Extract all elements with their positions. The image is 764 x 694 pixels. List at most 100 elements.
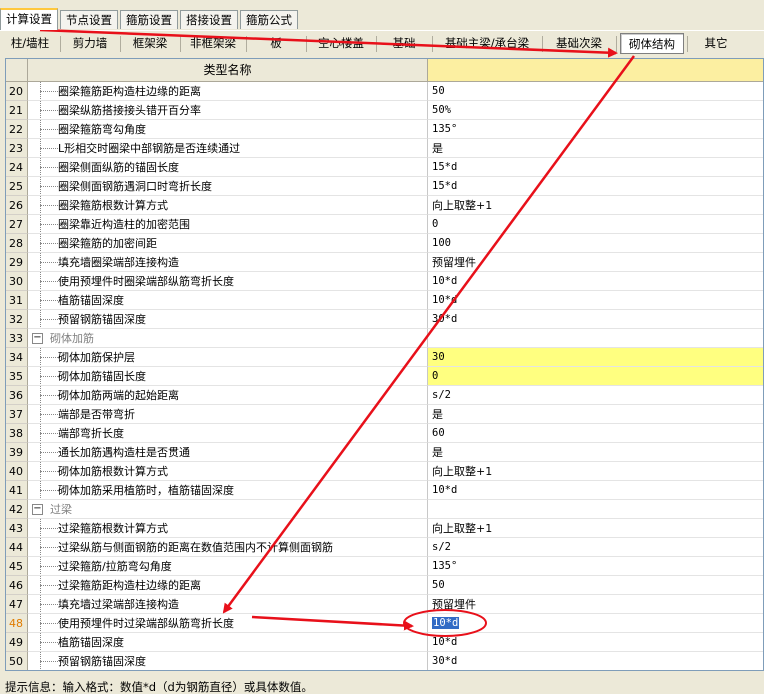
row-number[interactable]: 27	[6, 215, 28, 234]
row-number[interactable]: 35	[6, 367, 28, 386]
row-number[interactable]: 23	[6, 139, 28, 158]
table-row[interactable]: 21 圈梁纵筋搭接接头错开百分率 50%	[6, 101, 763, 120]
table-row[interactable]: 35 砌体加筋锚固长度 0	[6, 367, 763, 386]
row-number[interactable]: 36	[6, 386, 28, 405]
setting-value-cell[interactable]: 135°	[428, 120, 763, 139]
setting-value-cell[interactable]: s/2	[428, 538, 763, 557]
setting-value-cell[interactable]: 10*d	[428, 633, 763, 652]
subtab-hollow-floor[interactable]: 空心楼盖	[308, 33, 374, 54]
table-row[interactable]: 39 通长加筋遇构造柱是否贯通 是	[6, 443, 763, 462]
subtab-slab[interactable]: 板	[248, 33, 304, 54]
table-row[interactable]: 37 端部是否带弯折 是	[6, 405, 763, 424]
table-row[interactable]: 45 过梁箍筋/拉筋弯勾角度 135°	[6, 557, 763, 576]
row-number[interactable]: 38	[6, 424, 28, 443]
selected-value-text[interactable]: 10*d	[432, 617, 460, 629]
table-row[interactable]: 50 预留钢筋锚固深度 30*d	[6, 652, 763, 670]
setting-value-cell[interactable]: 50	[428, 82, 763, 101]
table-row[interactable]: 32 预留钢筋锚固深度 30*d	[6, 310, 763, 329]
table-row[interactable]: 25 圈梁侧面钢筋遇洞口时弯折长度 15*d	[6, 177, 763, 196]
table-row[interactable]: 24 圈梁侧面纵筋的锚固长度 15*d	[6, 158, 763, 177]
setting-value-cell[interactable]: 135°	[428, 557, 763, 576]
setting-value-cell[interactable]: 预留埋件	[428, 595, 763, 614]
subtab-frame-beam[interactable]: 框架梁	[122, 33, 178, 54]
row-number[interactable]: 46	[6, 576, 28, 595]
row-number[interactable]: 28	[6, 234, 28, 253]
setting-value-cell[interactable]: 30	[428, 348, 763, 367]
row-number[interactable]: 31	[6, 291, 28, 310]
collapse-toggle-icon[interactable]: −	[32, 333, 43, 344]
row-number[interactable]: 21	[6, 101, 28, 120]
setting-value-cell[interactable]: 0	[428, 367, 763, 386]
subtab-masonry[interactable]: 砌体结构	[620, 33, 684, 54]
row-number[interactable]: 43	[6, 519, 28, 538]
row-number[interactable]: 44	[6, 538, 28, 557]
setting-value-cell[interactable]: 是	[428, 139, 763, 158]
setting-value-cell[interactable]: 15*d	[428, 158, 763, 177]
table-row[interactable]: 36 砌体加筋两端的起始距离 s/2	[6, 386, 763, 405]
table-row[interactable]: 20 圈梁箍筋距构造柱边缘的距离 50	[6, 82, 763, 101]
row-number[interactable]: 39	[6, 443, 28, 462]
setting-value-cell[interactable]	[428, 500, 763, 519]
setting-value-cell[interactable]: 是	[428, 443, 763, 462]
tab-stirrup-formula[interactable]: 箍筋公式	[240, 10, 298, 29]
setting-value-cell[interactable]: 10*d	[428, 481, 763, 500]
collapse-toggle-icon[interactable]: −	[32, 504, 43, 515]
setting-value-cell[interactable]: 10*d	[428, 291, 763, 310]
row-number[interactable]: 34	[6, 348, 28, 367]
tab-node-settings[interactable]: 节点设置	[60, 10, 118, 29]
row-number[interactable]: 48	[6, 614, 28, 633]
row-number[interactable]: 29	[6, 253, 28, 272]
table-row[interactable]: 27 圈梁靠近构造柱的加密范围 0	[6, 215, 763, 234]
table-row[interactable]: 44 过梁纵筋与侧面钢筋的距离在数值范围内不计算侧面钢筋 s/2	[6, 538, 763, 557]
row-number[interactable]: 37	[6, 405, 28, 424]
group-row[interactable]: 33− 砌体加筋	[6, 329, 763, 348]
table-row[interactable]: 40 砌体加筋根数计算方式 向上取整+1	[6, 462, 763, 481]
setting-value-cell[interactable]: 10*d	[428, 614, 763, 633]
row-number[interactable]: 25	[6, 177, 28, 196]
setting-value-cell[interactable]: 50%	[428, 101, 763, 120]
row-number[interactable]: 22	[6, 120, 28, 139]
setting-value-cell[interactable]: 是	[428, 405, 763, 424]
setting-value-cell[interactable]: 50	[428, 576, 763, 595]
row-number[interactable]: 41	[6, 481, 28, 500]
table-row[interactable]: 34 砌体加筋保护层 30	[6, 348, 763, 367]
table-row[interactable]: 28 圈梁箍筋的加密间距 100	[6, 234, 763, 253]
subtab-foundation-secondary-beam[interactable]: 基础次梁	[544, 33, 614, 54]
subtab-other[interactable]: 其它	[690, 33, 742, 54]
table-row[interactable]: 49 植筋锚固深度 10*d	[6, 633, 763, 652]
table-row[interactable]: 43 过梁箍筋根数计算方式 向上取整+1	[6, 519, 763, 538]
setting-value-cell[interactable]: 100	[428, 234, 763, 253]
row-number[interactable]: 50	[6, 652, 28, 670]
subtab-foundation[interactable]: 基础	[378, 33, 430, 54]
table-row[interactable]: 22 圈梁箍筋弯勾角度 135°	[6, 120, 763, 139]
setting-value-cell[interactable]: 60	[428, 424, 763, 443]
subtab-non-frame-beam[interactable]: 非框架梁	[182, 33, 244, 54]
row-number[interactable]: 45	[6, 557, 28, 576]
setting-value-cell[interactable]: 向上取整+1	[428, 519, 763, 538]
setting-value-cell[interactable]: 0	[428, 215, 763, 234]
row-number[interactable]: 49	[6, 633, 28, 652]
setting-value-cell[interactable]: 30*d	[428, 652, 763, 670]
table-row[interactable]: 47 填充墙过梁端部连接构造 预留埋件	[6, 595, 763, 614]
table-row[interactable]: 48 使用预埋件时过梁端部纵筋弯折长度 10*d	[6, 614, 763, 633]
row-number[interactable]: 33	[6, 329, 28, 348]
row-number[interactable]: 30	[6, 272, 28, 291]
row-number[interactable]: 42	[6, 500, 28, 519]
row-number[interactable]: 40	[6, 462, 28, 481]
tab-lap-settings[interactable]: 搭接设置	[180, 10, 238, 29]
table-row[interactable]: 38 端部弯折长度 60	[6, 424, 763, 443]
setting-value-cell[interactable]	[428, 329, 763, 348]
tab-calc-settings[interactable]: 计算设置	[0, 8, 58, 30]
table-row[interactable]: 29 填充墙圈梁端部连接构造 预留埋件	[6, 253, 763, 272]
table-row[interactable]: 41 砌体加筋采用植筋时，植筋锚固深度 10*d	[6, 481, 763, 500]
table-row[interactable]: 23 L形相交时圈梁中部钢筋是否连续通过 是	[6, 139, 763, 158]
subtab-column-wall-column[interactable]: 柱/墙柱	[2, 33, 58, 54]
row-number[interactable]: 26	[6, 196, 28, 215]
row-number[interactable]: 47	[6, 595, 28, 614]
setting-value-cell[interactable]: 向上取整+1	[428, 462, 763, 481]
setting-value-cell[interactable]: s/2	[428, 386, 763, 405]
subtab-shear-wall[interactable]: 剪力墙	[62, 33, 118, 54]
table-row[interactable]: 31 植筋锚固深度 10*d	[6, 291, 763, 310]
tab-stirrup-settings[interactable]: 箍筋设置	[120, 10, 178, 29]
group-row[interactable]: 42− 过梁	[6, 500, 763, 519]
